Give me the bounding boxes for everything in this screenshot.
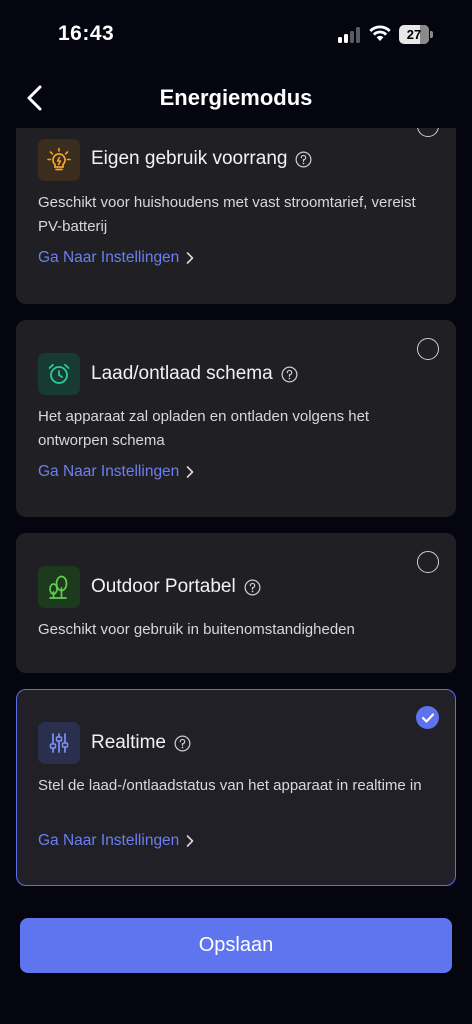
sliders-icon	[38, 722, 80, 764]
mode-description: Geschikt voor gebruik in buitenomstandig…	[38, 621, 355, 638]
mode-list[interactable]: Eigen gebruik voorrang Geschikt voor hui…	[0, 128, 472, 900]
mode-title: Eigen gebruik voorrang	[91, 148, 312, 170]
page-title: Energiemodus	[159, 85, 313, 110]
tree-icon	[38, 566, 80, 608]
settings-link[interactable]: Ga Naar Instellingen	[38, 463, 195, 481]
mode-description: Geschikt voor huishoudens met vast stroo…	[38, 194, 416, 235]
chevron-right-icon	[187, 835, 194, 847]
alarm-clock-icon	[38, 353, 80, 395]
mode-card-realtime[interactable]: Realtime Stel de laad-/ontlaadstatus van…	[16, 689, 456, 886]
settings-link-label: Ga Naar Instellingen	[38, 249, 180, 266]
settings-link-label: Ga Naar Instellingen	[38, 832, 180, 849]
mode-card-schedule[interactable]: Laad/ontlaad schema Het apparaat zal opl…	[16, 320, 456, 517]
status-bar: 16:43 27	[0, 0, 472, 72]
chevron-right-icon	[187, 252, 194, 264]
settings-link[interactable]: Ga Naar Instellingen	[38, 832, 195, 850]
nav-bar: Energiemodus	[0, 72, 472, 126]
settings-link-label: Ga Naar Instellingen	[38, 463, 180, 480]
mode-card-self-consumption[interactable]: Eigen gebruik voorrang Geschikt voor hui…	[16, 128, 456, 304]
mode-title: Laad/ontlaad schema	[91, 363, 298, 385]
chevron-right-icon	[187, 466, 194, 478]
radio-button-checked[interactable]	[416, 706, 439, 729]
mode-description: Het apparaat zal opladen en ontladen vol…	[38, 408, 370, 449]
mode-title-text: Outdoor Portabel	[91, 576, 236, 597]
settings-link[interactable]: Ga Naar Instellingen	[38, 249, 195, 267]
lightbulb-icon	[38, 139, 80, 181]
help-icon[interactable]	[281, 366, 298, 383]
help-icon[interactable]	[244, 579, 261, 596]
checkmark-icon	[421, 712, 434, 723]
mode-title-text: Realtime	[91, 732, 166, 753]
battery-level: 27	[406, 27, 422, 42]
battery-icon: 27	[399, 25, 433, 44]
help-icon[interactable]	[295, 151, 312, 168]
cellular-signal-icon	[338, 27, 364, 43]
mode-title: Outdoor Portabel	[91, 576, 261, 598]
wifi-icon	[369, 25, 391, 41]
radio-button[interactable]	[417, 128, 439, 137]
save-button[interactable]: Opslaan	[20, 918, 452, 973]
mode-title-text: Laad/ontlaad schema	[91, 363, 273, 384]
radio-button[interactable]	[417, 338, 439, 360]
mode-title-text: Eigen gebruik voorrang	[91, 148, 288, 169]
mode-description: Stel de laad-/ontlaadstatus van het appa…	[38, 777, 422, 794]
mode-title: Realtime	[91, 732, 191, 754]
status-time: 16:43	[58, 22, 115, 45]
mode-card-outdoor[interactable]: Outdoor Portabel Geschikt voor gebruik i…	[16, 533, 456, 673]
radio-button[interactable]	[417, 551, 439, 573]
help-icon[interactable]	[174, 735, 191, 752]
